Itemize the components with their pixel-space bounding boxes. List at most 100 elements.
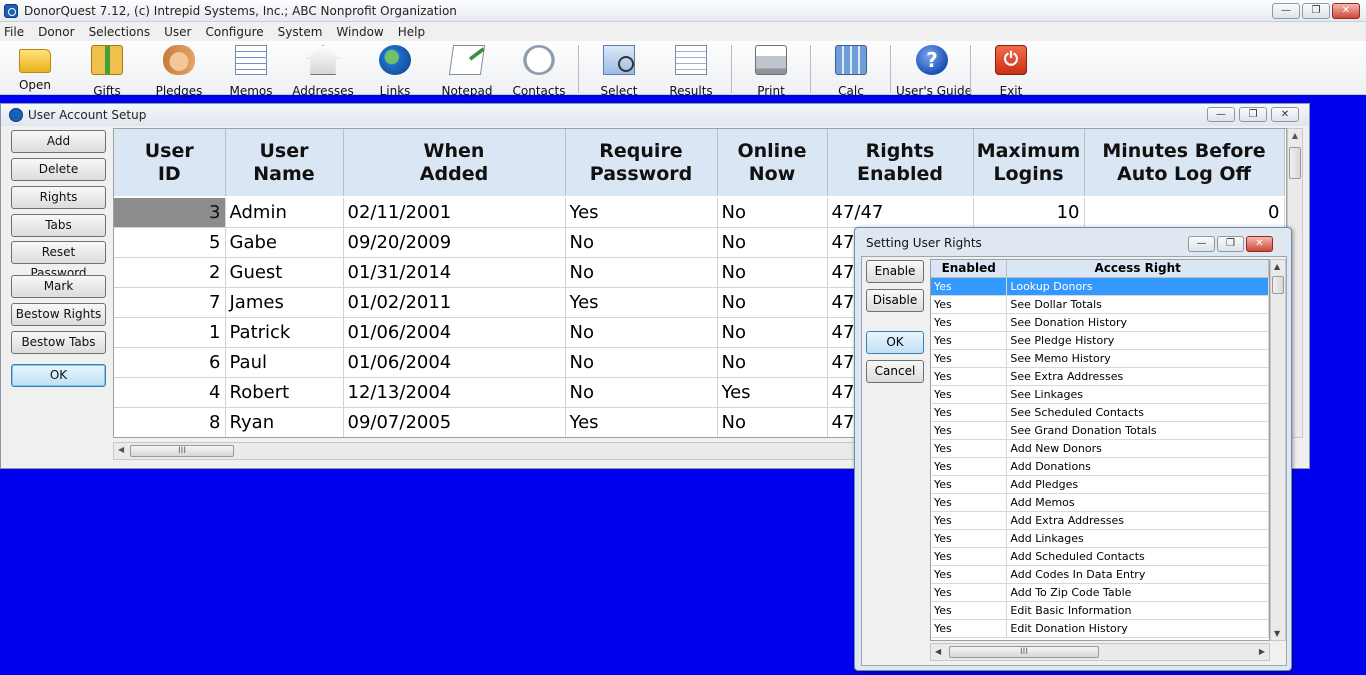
cell-access-right[interactable]: See Dollar Totals [1006,295,1269,314]
table-row[interactable]: Yes Add Codes In Data Entry [931,565,1269,584]
table-row[interactable]: Yes See Memo History [931,349,1269,368]
close-button[interactable]: ✕ [1332,3,1360,19]
table-row[interactable]: Yes See Extra Addresses [931,367,1269,386]
cell-access-right[interactable]: Edit Donation History [1006,619,1269,638]
bestow-tabs-button[interactable]: Bestow Tabs [11,331,106,354]
disable-button[interactable]: Disable [866,289,924,312]
cell-require-password[interactable]: No [565,377,718,408]
ok-button[interactable]: OK [11,364,106,387]
toolbar-contacts-button[interactable]: Contacts [506,43,572,98]
column-header-auto-log-off[interactable]: Minutes Before Auto Log Off [1084,129,1285,198]
cell-user-name[interactable]: James [225,287,344,318]
toolbar-addresses-button[interactable]: Addresses [290,43,356,98]
toolbar-open-button[interactable]: Open [2,43,68,95]
cell-user-name[interactable]: Patrick [225,317,344,348]
toolbar-pledges-button[interactable]: Pledges [146,43,212,98]
cell-user-id[interactable]: 6 [114,347,226,378]
toolbar-links-button[interactable]: Links [362,43,428,98]
cell-access-right[interactable]: Add Pledges [1006,475,1269,494]
toolbar-calc-button[interactable]: Calc [818,43,884,98]
cell-enabled[interactable]: Yes [931,583,1008,602]
cell-online-now[interactable]: No [717,227,828,258]
scroll-down-arrow-icon[interactable]: ▼ [1274,629,1280,638]
tabs-button[interactable]: Tabs [11,214,106,237]
cell-user-id[interactable]: 2 [114,257,226,288]
cell-auto-log-off[interactable]: 0 [1084,197,1285,228]
cell-enabled[interactable]: Yes [931,313,1008,332]
cell-enabled[interactable]: Yes [931,403,1008,422]
cell-when-added[interactable]: 01/31/2014 [343,257,566,288]
restore-button[interactable]: ❐ [1302,3,1330,19]
table-row[interactable]: Yes See Grand Donation Totals [931,421,1269,440]
restore-button[interactable]: ❐ [1217,236,1244,252]
toolbar-notepad-button[interactable]: Notepad [434,43,500,98]
cell-enabled[interactable]: Yes [931,331,1008,350]
cell-require-password[interactable]: Yes [565,197,718,228]
mark-button[interactable]: Mark [11,275,106,298]
cell-online-now[interactable]: No [717,287,828,318]
cell-when-added[interactable]: 09/07/2005 [343,407,566,437]
cell-user-name[interactable]: Gabe [225,227,344,258]
cell-enabled[interactable]: Yes [931,439,1008,458]
scroll-left-arrow-icon[interactable]: ◀ [935,647,941,656]
cell-enabled[interactable]: Yes [931,421,1008,440]
cell-access-right[interactable]: Add Memos [1006,493,1269,512]
cell-access-right[interactable]: Add Codes In Data Entry [1006,565,1269,584]
cell-enabled[interactable]: Yes [931,511,1008,530]
column-header-enabled[interactable]: Enabled [931,260,1008,278]
menu-help[interactable]: Help [398,25,425,39]
bestow-rights-button[interactable]: Bestow Rights [11,303,106,326]
table-row[interactable]: 3 Admin 02/11/2001 Yes No 47/47 10 0 [114,197,1285,228]
cell-access-right[interactable]: Add Donations [1006,457,1269,476]
cell-enabled[interactable]: Yes [931,601,1008,620]
cell-enabled[interactable]: Yes [931,475,1008,494]
table-row[interactable]: Yes See Donation History [931,313,1269,332]
cell-rights-enabled[interactable]: 47/47 [827,197,974,228]
cell-require-password[interactable]: No [565,347,718,378]
cell-maximum-logins[interactable]: 10 [973,197,1085,228]
cell-access-right[interactable]: See Grand Donation Totals [1006,421,1269,440]
cell-require-password[interactable]: No [565,317,718,348]
table-row[interactable]: Yes See Scheduled Contacts [931,403,1269,422]
cell-require-password[interactable]: Yes [565,287,718,318]
cell-user-id[interactable]: 5 [114,227,226,258]
cell-user-id[interactable]: 1 [114,317,226,348]
cell-user-name[interactable]: Admin [225,197,344,228]
column-header-online-now[interactable]: Online Now [717,129,828,198]
cell-online-now[interactable]: No [717,257,828,288]
table-row[interactable]: Yes Add Donations [931,457,1269,476]
column-header-user-name[interactable]: User Name [225,129,344,198]
cell-user-id[interactable]: 7 [114,287,226,318]
toolbar-users-guide-button[interactable]: ? User's Guide [896,43,972,98]
cell-require-password[interactable]: Yes [565,407,718,437]
toolbar-exit-button[interactable]: ⏻ Exit [978,43,1044,98]
table-row[interactable]: Yes Edit Donation History [931,619,1269,638]
column-header-when-added[interactable]: When Added [343,129,566,198]
cell-access-right[interactable]: See Extra Addresses [1006,367,1269,386]
scroll-left-arrow-icon[interactable]: ◀ [118,445,124,454]
cell-user-name[interactable]: Paul [225,347,344,378]
cell-access-right[interactable]: Edit Basic Information [1006,601,1269,620]
cell-access-right[interactable]: Add Extra Addresses [1006,511,1269,530]
scroll-right-arrow-icon[interactable]: ▶ [1259,647,1265,656]
restore-button[interactable]: ❐ [1239,107,1267,122]
cell-online-now[interactable]: No [717,347,828,378]
table-row[interactable]: Yes See Pledge History [931,331,1269,350]
table-row[interactable]: Yes Add Extra Addresses [931,511,1269,530]
cell-enabled[interactable]: Yes [931,457,1008,476]
add-button[interactable]: Add [11,130,106,153]
menu-selections[interactable]: Selections [89,25,151,39]
scroll-thumb[interactable] [1289,147,1301,179]
cell-when-added[interactable]: 01/06/2004 [343,347,566,378]
cell-access-right[interactable]: Add New Donors [1006,439,1269,458]
cell-enabled[interactable]: Yes [931,619,1008,638]
cell-online-now[interactable]: No [717,317,828,348]
table-row[interactable]: Yes See Linkages [931,385,1269,404]
menu-donor[interactable]: Donor [38,25,74,39]
cell-enabled[interactable]: Yes [931,277,1008,296]
cell-require-password[interactable]: No [565,227,718,258]
column-header-rights-enabled[interactable]: Rights Enabled [827,129,974,198]
cell-access-right[interactable]: Add Scheduled Contacts [1006,547,1269,566]
reset-password-button[interactable]: Reset Password [11,241,106,280]
cell-enabled[interactable]: Yes [931,547,1008,566]
